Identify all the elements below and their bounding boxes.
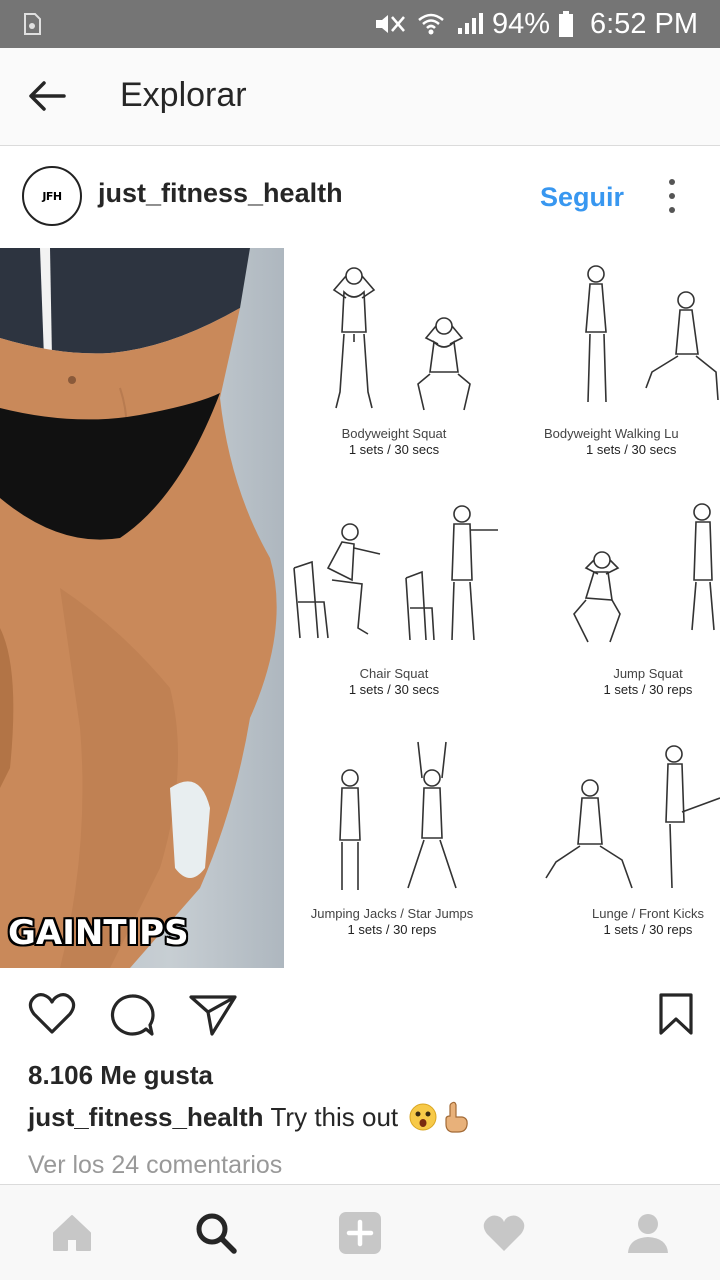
- walking-lunge-standing-figure: [585, 265, 607, 403]
- page-title: Explorar: [120, 76, 247, 114]
- exercise-item: Bodyweight Squat 1 sets / 30 secs: [274, 426, 514, 458]
- chair-squat-seated-figure: [293, 523, 381, 639]
- exercise-sets: 1 sets / 30 reps: [603, 682, 693, 697]
- exercise-name: Jumping Jacks / Star Jumps: [310, 906, 474, 921]
- app-bar: Explorar: [0, 48, 720, 146]
- exercise-name: Jump Squat: [613, 666, 683, 681]
- caption-username[interactable]: just_fitness_health: [28, 1102, 264, 1133]
- exercise-name: Chair Squat: [359, 666, 429, 681]
- follow-button[interactable]: Seguir: [540, 182, 624, 213]
- exercise-name: Bodyweight Walking Lu: [544, 426, 679, 441]
- jump-squat-low-figure: [573, 551, 621, 643]
- post-caption: just_fitness_health Try this out: [28, 1101, 470, 1133]
- front-kick-figure: [665, 745, 720, 889]
- battery-percentage: 94%: [491, 7, 550, 40]
- exercise-item: Jump Squat 1 sets / 30 reps: [528, 666, 720, 698]
- add-icon: [339, 1212, 381, 1254]
- post-media[interactable]: GAINTIPS Bodyweight Squat 1 sets / 30 se…: [0, 248, 720, 968]
- exercise-sets: 1 sets / 30 secs: [348, 442, 440, 457]
- nav-home[interactable]: [50, 1211, 94, 1255]
- exercise-item: Chair Squat 1 sets / 30 secs: [274, 666, 514, 698]
- bottom-navigation: [0, 1184, 720, 1280]
- send-icon[interactable]: [188, 992, 238, 1038]
- signal-icon: [457, 13, 483, 34]
- profile-icon: [628, 1214, 668, 1253]
- home-icon: [53, 1215, 91, 1251]
- exercise-sets: 1 sets / 30 secs: [348, 682, 440, 697]
- bodyweight-squat-standing-figure: [332, 267, 376, 409]
- chair-squat-standing-figure: [405, 505, 498, 641]
- pointing-up-emoji-icon: [445, 1101, 468, 1133]
- exercise-item: Lunge / Front Kicks 1 sets / 30 reps: [528, 906, 720, 938]
- heart-outline-icon[interactable]: [28, 992, 76, 1036]
- more-vertical-icon[interactable]: [662, 176, 682, 216]
- nav-add[interactable]: [338, 1211, 382, 1255]
- search-icon: [196, 1213, 237, 1254]
- post-username[interactable]: just_fitness_health: [98, 178, 343, 209]
- jump-squat-jumping-figure: [691, 503, 715, 631]
- like-count[interactable]: 8.106 Me gusta: [28, 1060, 213, 1091]
- wifi-icon: [418, 13, 444, 35]
- battery-icon: [559, 11, 573, 37]
- nav-profile[interactable]: [626, 1211, 670, 1255]
- fitness-photo-illustration: [0, 248, 277, 968]
- heart-icon: [483, 1215, 525, 1251]
- comment-icon[interactable]: [108, 992, 156, 1038]
- arrow-left-icon[interactable]: [26, 78, 66, 114]
- view-comments-link[interactable]: Ver los 24 comentarios: [28, 1151, 282, 1180]
- bookmark-icon[interactable]: [658, 992, 694, 1036]
- exercise-item: Jumping Jacks / Star Jumps 1 sets / 30 r…: [272, 906, 512, 938]
- lunge-figure: [545, 779, 633, 889]
- walking-lunge-low-figure: [645, 291, 719, 401]
- jumping-jacks-open-figure: [407, 741, 457, 889]
- exercise-chart: Bodyweight Squat 1 sets / 30 secs Bodywe…: [284, 248, 720, 968]
- avatar-logo: JFH: [42, 189, 62, 203]
- overlay-watermark: GAINTIPS: [8, 913, 189, 953]
- status-bar: 94% 6:52 PM: [0, 0, 720, 48]
- bodyweight-squat-low-figure: [417, 317, 471, 411]
- mute-icon: [375, 15, 405, 33]
- clock: 6:52 PM: [590, 7, 698, 40]
- post-actions: [0, 968, 720, 1058]
- caption-text: Try this out: [270, 1101, 399, 1132]
- jumping-jacks-closed-figure: [339, 769, 361, 890]
- exercise-sets: 1 sets / 30 reps: [603, 922, 693, 937]
- exercise-sets: 1 sets / 30 secs: [586, 442, 677, 457]
- post-header: JFH just_fitness_health Seguir: [0, 146, 720, 248]
- exercise-sets: 1 sets / 30 reps: [347, 922, 437, 937]
- avatar[interactable]: JFH: [22, 166, 82, 226]
- nav-activity[interactable]: [482, 1211, 526, 1255]
- exercise-name: Bodyweight Squat: [341, 426, 447, 441]
- notification-icon: [24, 13, 41, 35]
- surprised-face-emoji-icon: [409, 1103, 437, 1131]
- exercise-name: Lunge / Front Kicks: [592, 906, 704, 921]
- post-photo: GAINTIPS: [0, 248, 284, 968]
- exercise-item: Bodyweight Walking Lu 1 sets / 30 secs: [544, 426, 720, 458]
- nav-search[interactable]: [194, 1211, 238, 1255]
